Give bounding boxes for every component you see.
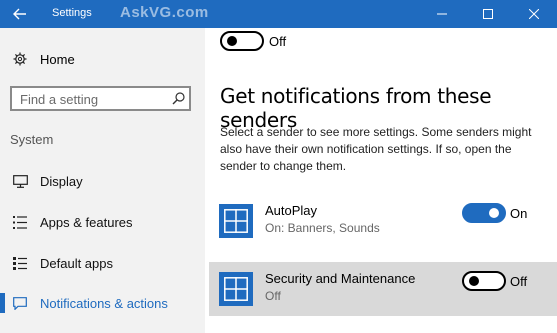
sender-subtitle: On: Banners, Sounds	[265, 221, 380, 235]
search-input[interactable]: Find a setting	[10, 86, 191, 111]
sidebar-item-label: Default apps	[40, 255, 113, 271]
autoplay-toggle-state: On	[510, 206, 528, 221]
home-nav-item[interactable]: Home	[0, 44, 205, 74]
main-content: Off Get notifications from these senders…	[205, 28, 557, 333]
sender-subtitle: Off	[265, 289, 281, 303]
default-apps-icon	[0, 256, 40, 270]
message-icon	[0, 296, 40, 310]
sidebar-item-apps-features[interactable]: Apps & features	[0, 205, 205, 239]
section-label: System	[10, 132, 54, 147]
toggle-knob	[489, 208, 499, 218]
back-button[interactable]	[0, 0, 40, 28]
search-placeholder: Find a setting	[20, 92, 99, 107]
sender-name: Security and Maintenance	[265, 271, 416, 286]
sidebar-item-notifications[interactable]: Notifications & actions	[0, 286, 205, 320]
sidebar-item-display[interactable]: Display	[0, 164, 205, 198]
back-arrow-icon	[13, 8, 26, 20]
home-label: Home	[40, 51, 75, 67]
sidebar-item-label: Display	[40, 173, 83, 189]
sender-security-maintenance[interactable]: Security and Maintenance Off Off	[209, 262, 557, 316]
sidebar-item-label: Notifications & actions	[40, 295, 168, 311]
gear-icon	[0, 52, 40, 66]
display-icon	[0, 174, 40, 188]
sidebar: Home Find a setting System Display Apps …	[0, 28, 205, 333]
toggle-knob	[227, 36, 237, 46]
sender-name: AutoPlay	[265, 203, 318, 218]
autoplay-toggle[interactable]	[462, 203, 506, 223]
search-icon[interactable]	[172, 92, 185, 110]
maximize-button[interactable]	[465, 0, 511, 28]
toggle-knob	[469, 276, 479, 286]
active-indicator	[0, 293, 5, 313]
security-toggle-state: Off	[510, 274, 528, 289]
sender-autoplay[interactable]: AutoPlay On: Banners, Sounds On	[205, 194, 557, 248]
close-button[interactable]	[511, 0, 557, 28]
senders-description: Select a sender to see more settings. So…	[220, 125, 532, 173]
security-app-icon	[219, 272, 253, 306]
close-icon	[529, 9, 539, 19]
sidebar-item-default-apps[interactable]: Default apps	[0, 246, 205, 280]
apps-list-icon	[0, 215, 40, 229]
top-toggle-state: Off	[269, 34, 287, 49]
minimize-icon	[437, 13, 447, 15]
title-bar: Settings AskVG.com	[0, 0, 557, 28]
watermark: AskVG.com	[120, 4, 209, 21]
security-toggle[interactable]	[462, 271, 506, 291]
maximize-icon	[483, 9, 493, 19]
minimize-button[interactable]	[419, 0, 465, 28]
sidebar-item-label: Apps & features	[40, 214, 133, 230]
window-title: Settings	[52, 7, 92, 19]
autoplay-app-icon	[219, 204, 253, 238]
top-toggle[interactable]	[220, 31, 264, 51]
